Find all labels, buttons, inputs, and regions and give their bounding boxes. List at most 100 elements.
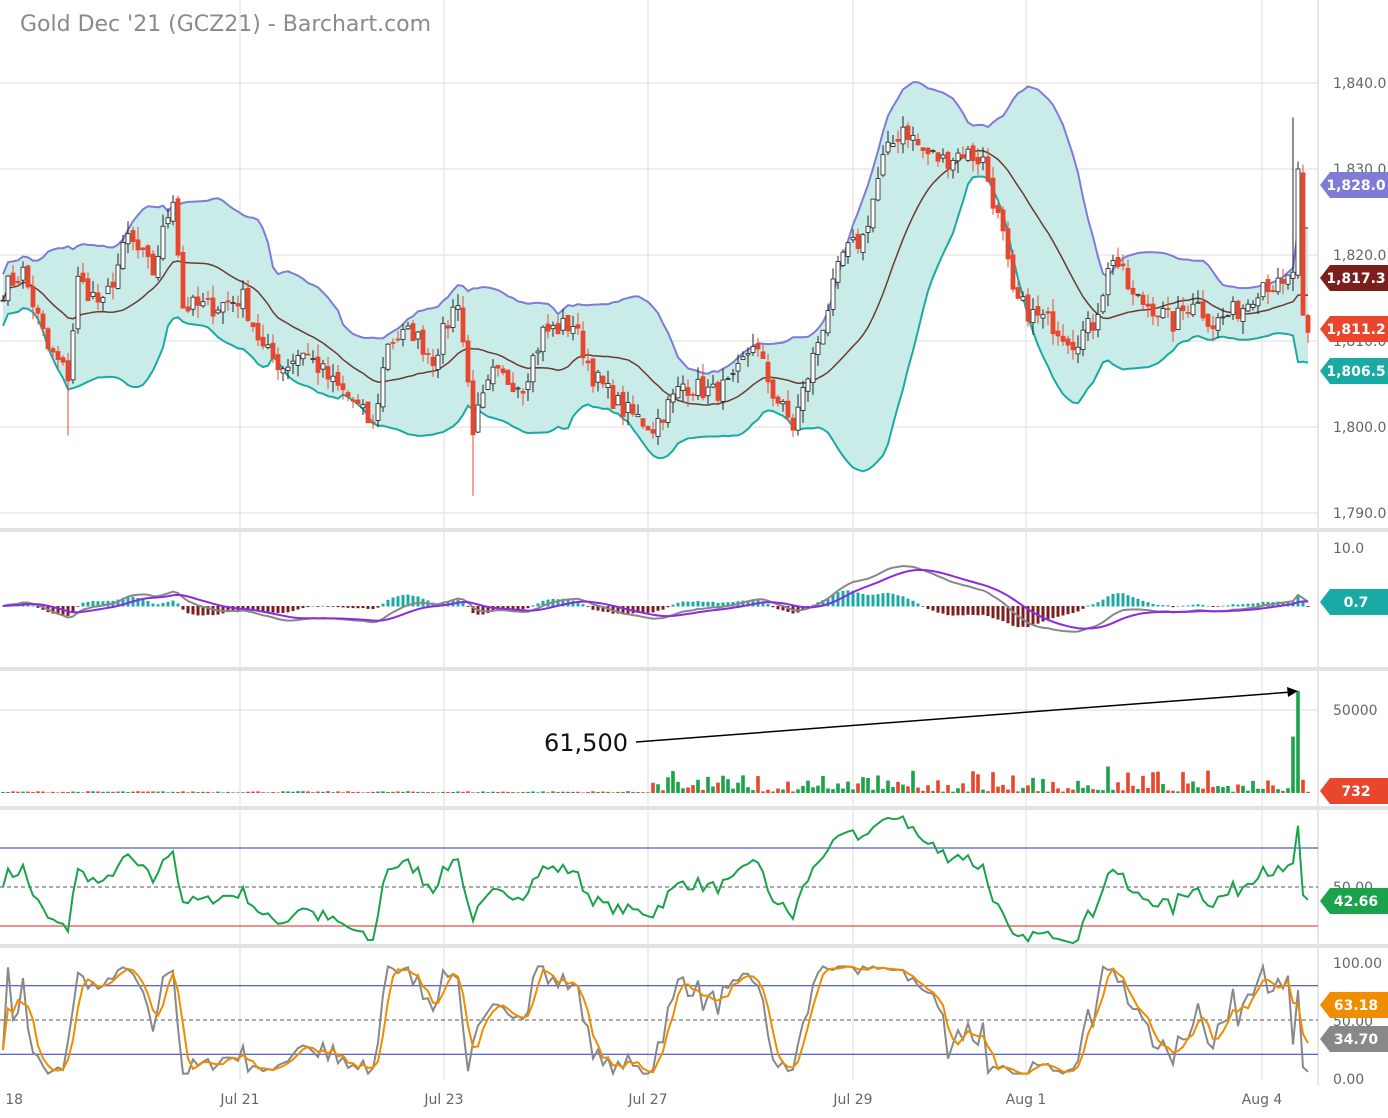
volume-bar bbox=[621, 791, 625, 793]
candle-body bbox=[265, 344, 271, 348]
candle-body bbox=[1280, 279, 1286, 284]
volume-bar bbox=[311, 792, 315, 793]
volume-bar bbox=[616, 791, 620, 793]
volume-bar bbox=[316, 791, 320, 793]
volume-bar bbox=[6, 792, 10, 793]
macd-histogram-bar bbox=[846, 590, 850, 607]
candle-body bbox=[375, 403, 381, 421]
volume-bar bbox=[601, 791, 605, 793]
stoch-tick-label: 0.00 bbox=[1333, 1072, 1364, 1088]
volume-bar bbox=[856, 783, 860, 793]
chart-window: Gold Dec '21 (GCZ21) - Barchart.com 1,84… bbox=[0, 0, 1388, 1118]
candle-body bbox=[620, 391, 626, 417]
macd-histogram-bar bbox=[971, 606, 975, 616]
candle-body bbox=[635, 414, 641, 418]
candle-body bbox=[1265, 279, 1271, 293]
volume-bar bbox=[866, 778, 870, 793]
candle-body bbox=[530, 355, 536, 383]
macd-histogram-bar bbox=[196, 606, 200, 616]
macd-histogram-bar bbox=[176, 603, 180, 607]
candle-body bbox=[125, 233, 131, 245]
macd-histogram-bar bbox=[896, 595, 900, 607]
volume-bar bbox=[661, 790, 665, 793]
volume-bar bbox=[1186, 783, 1190, 793]
volume-bar bbox=[1266, 780, 1270, 793]
candle-body bbox=[630, 404, 636, 415]
candle-body bbox=[415, 331, 421, 340]
candle-body bbox=[250, 322, 256, 328]
candle-body bbox=[385, 343, 391, 370]
candle-body bbox=[25, 265, 31, 288]
volume-bar bbox=[1196, 787, 1200, 793]
candle-body bbox=[70, 330, 76, 381]
chart-canvas[interactable]: 1,840.01,830.01,820.01,810.01,800.01,790… bbox=[0, 0, 1388, 1118]
volume-bar bbox=[1056, 788, 1060, 793]
macd-histogram-bar bbox=[1201, 604, 1205, 607]
date-tick-label: Aug 4 bbox=[1242, 1092, 1283, 1108]
candle-body bbox=[405, 325, 411, 330]
volume-bar bbox=[126, 792, 130, 793]
candle-body bbox=[1200, 301, 1206, 319]
volume-bar bbox=[291, 791, 295, 793]
volume-bar bbox=[236, 792, 240, 793]
candle-body bbox=[560, 318, 566, 331]
volume-bar bbox=[1231, 791, 1235, 793]
candle-body bbox=[435, 354, 441, 370]
candle-body bbox=[1100, 295, 1106, 313]
volume-bar bbox=[96, 791, 100, 793]
volume-bar bbox=[331, 792, 335, 793]
macd-histogram-bar bbox=[916, 603, 920, 607]
candle-body bbox=[740, 356, 746, 360]
macd-histogram-bar bbox=[696, 600, 700, 607]
volume-bar bbox=[991, 772, 995, 793]
macd-histogram-bar bbox=[191, 606, 195, 615]
candle-body bbox=[1160, 308, 1166, 319]
candle-body bbox=[675, 386, 681, 399]
volume-bar bbox=[641, 792, 645, 793]
candle-body bbox=[1300, 172, 1306, 316]
candle-body bbox=[210, 297, 216, 317]
volume-bar bbox=[301, 791, 305, 793]
candle-body bbox=[1175, 307, 1181, 330]
macd-histogram-bar bbox=[591, 606, 595, 610]
macd-histogram-bar bbox=[646, 606, 650, 613]
volume-bar bbox=[826, 788, 830, 793]
candle-body bbox=[830, 278, 836, 310]
macd-histogram-bar bbox=[581, 604, 585, 607]
macd-histogram-bar bbox=[691, 601, 695, 607]
volume-bar bbox=[881, 789, 885, 793]
volume-bar bbox=[1001, 784, 1005, 793]
volume-bar bbox=[626, 791, 630, 793]
volume-bar bbox=[406, 791, 410, 793]
candle-body bbox=[930, 150, 936, 153]
candle-body bbox=[110, 281, 116, 288]
macd-histogram-bar bbox=[656, 606, 660, 611]
macd-histogram-bar bbox=[316, 606, 320, 607]
candle-body bbox=[335, 371, 341, 386]
macd-histogram-bar bbox=[516, 606, 520, 610]
macd-histogram-bar bbox=[306, 606, 310, 608]
macd-histogram-bar bbox=[1121, 593, 1125, 607]
candle-body bbox=[510, 382, 516, 393]
volume-bar bbox=[1051, 781, 1055, 793]
volume-bar bbox=[1301, 779, 1305, 793]
volume-bar bbox=[181, 791, 185, 793]
candle-body bbox=[95, 292, 101, 303]
candle-body bbox=[1285, 274, 1291, 285]
macd-histogram-bar bbox=[1211, 606, 1215, 608]
volume-bar bbox=[886, 780, 890, 793]
volume-bar bbox=[1191, 781, 1195, 793]
volume-bar bbox=[431, 792, 435, 793]
price-tick-label: 1,820.0 bbox=[1333, 248, 1386, 264]
volume-bar bbox=[731, 788, 735, 793]
volume-bar bbox=[1026, 785, 1030, 793]
volume-bar bbox=[251, 791, 255, 793]
volume-bar bbox=[751, 790, 755, 793]
candle-body bbox=[1050, 311, 1056, 335]
candle-body bbox=[75, 275, 81, 330]
macd-histogram-bar bbox=[686, 601, 690, 607]
candle-body bbox=[315, 356, 321, 373]
candle-body bbox=[1035, 306, 1041, 316]
volume-bar bbox=[501, 791, 505, 793]
candle-body bbox=[680, 383, 686, 391]
